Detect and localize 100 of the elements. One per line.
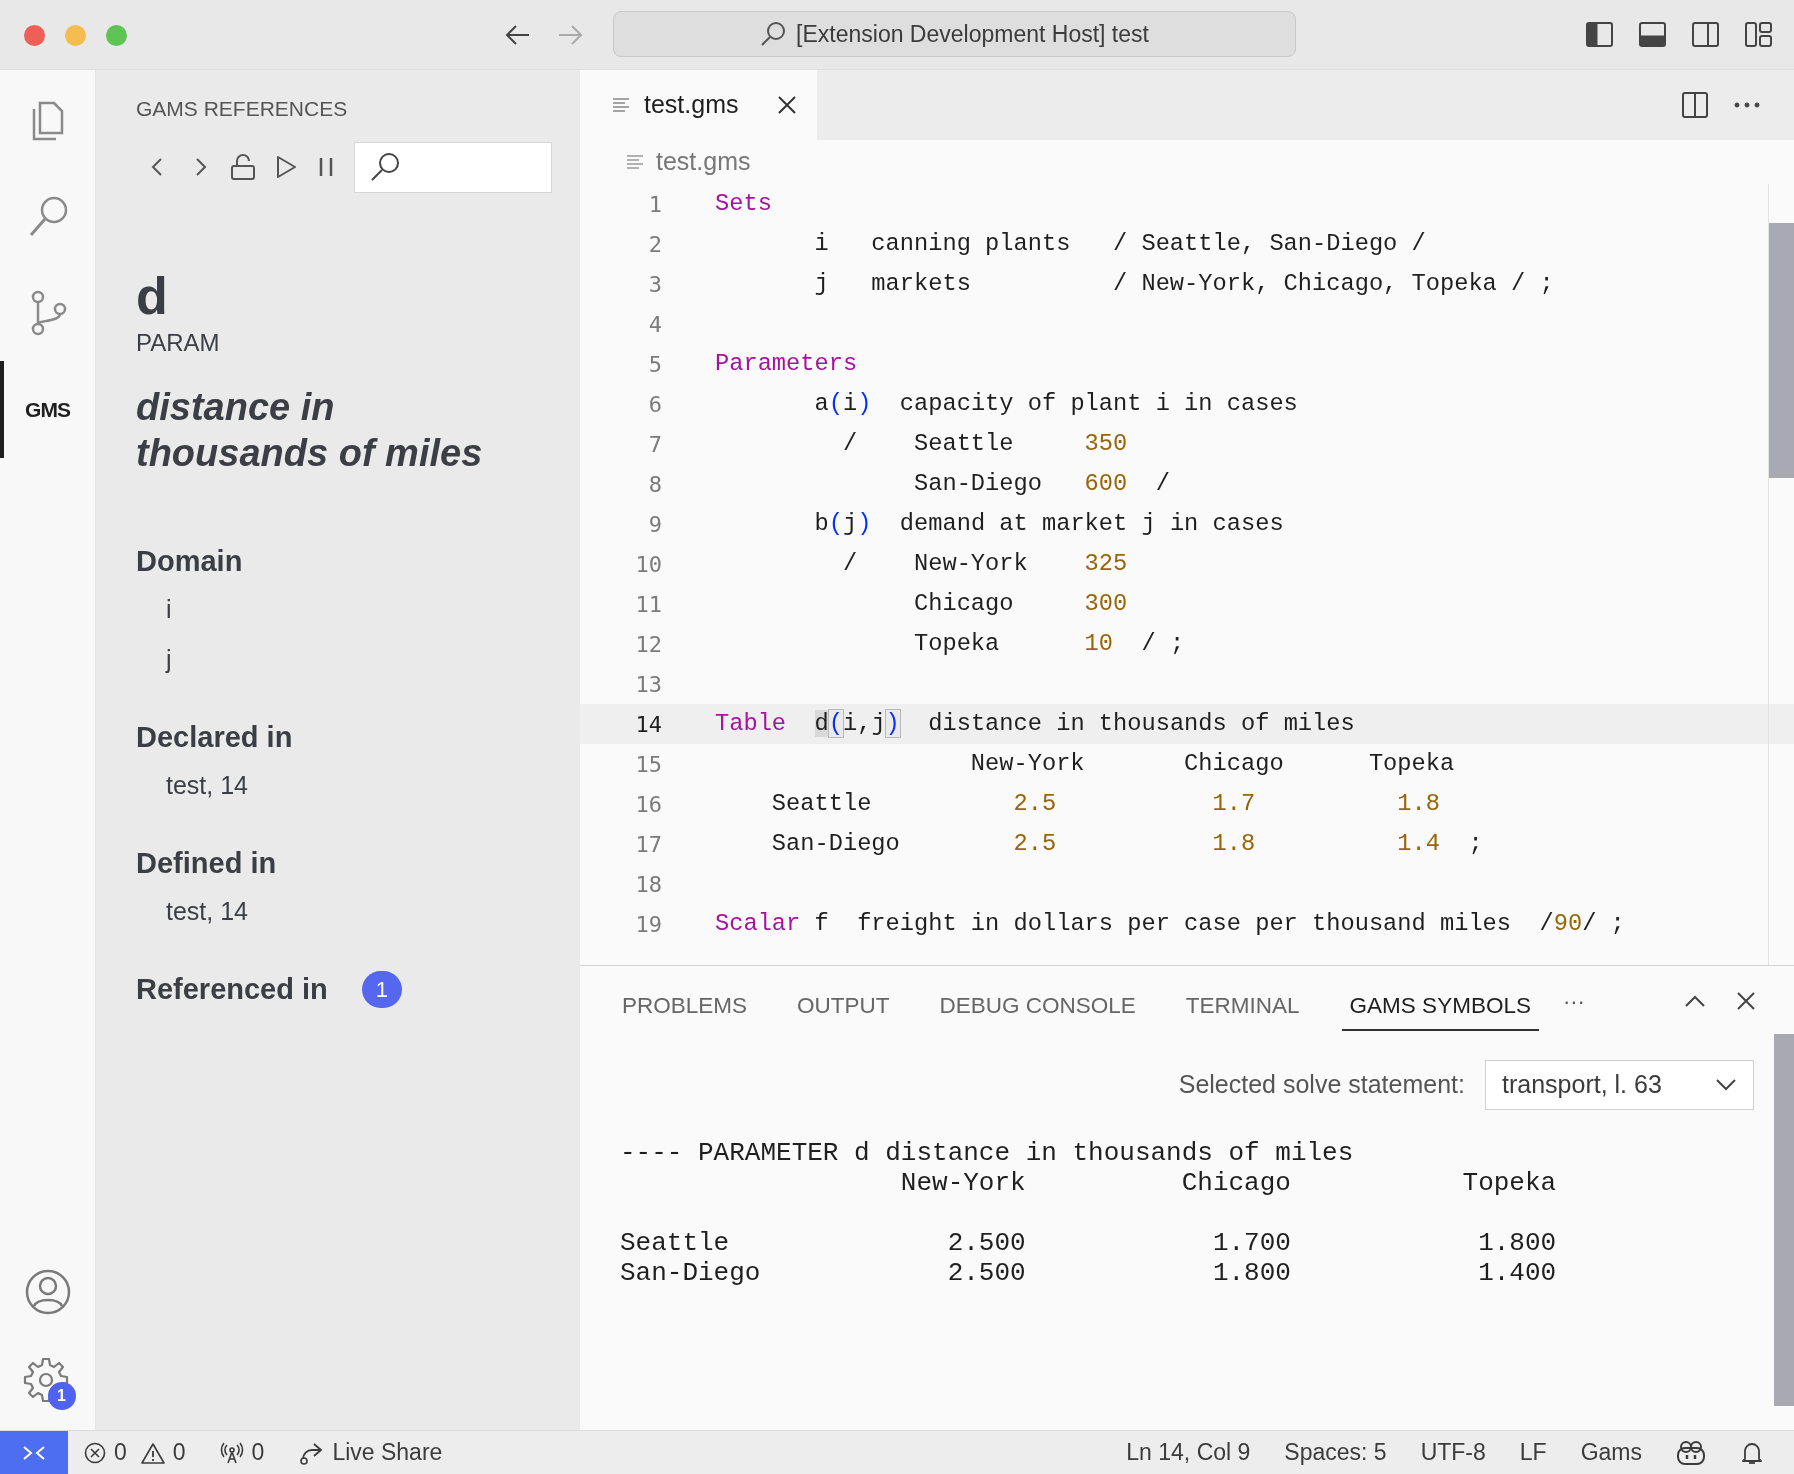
output-row: Seattle 2.500 1.700 1.800: [620, 1228, 1557, 1258]
line-number: 13: [634, 670, 662, 699]
search-icon: [760, 21, 787, 47]
broadcast-icon: [219, 1441, 244, 1464]
search-field[interactable]: [354, 141, 552, 193]
line-number: 17: [634, 830, 662, 859]
status-item[interactable]: Ln 14, Col 9: [1126, 1435, 1251, 1470]
panel-tab[interactable]: TERMINAL: [1177, 983, 1308, 1031]
secondary-sidebar-icon[interactable]: [1692, 22, 1719, 47]
more-icon[interactable]: [1734, 102, 1760, 108]
solve-dropdown[interactable]: transport, l. 63: [1485, 1060, 1754, 1110]
line-number: 4: [647, 310, 662, 339]
line-number: 7: [647, 430, 662, 459]
status-item[interactable]: UTF-8: [1420, 1435, 1486, 1470]
reference-entry[interactable]: i: [136, 584, 172, 634]
reference-entry[interactable]: test, 14: [136, 760, 248, 810]
close-icon[interactable]: [1736, 991, 1756, 1011]
code-line: Topeka 10 / ;: [913, 629, 1185, 660]
section-heading: Domain: [136, 544, 243, 579]
line-number: 5: [647, 350, 662, 379]
more-button[interactable]: ···: [1562, 984, 1585, 1018]
unlock-icon[interactable]: [230, 153, 256, 181]
line-number: 19: [634, 910, 662, 939]
file-lines-icon: [612, 97, 630, 113]
line-number: 16: [634, 790, 662, 819]
section-heading: Defined in: [136, 846, 277, 881]
ports-status[interactable]: 0: [219, 1435, 265, 1470]
line-number: 15: [634, 750, 662, 779]
code-line: Scalar f freight in dollars per case per thousand miles /90/ ;: [715, 909, 1625, 940]
reference-entry[interactable]: test, 14: [136, 886, 248, 936]
code-line: San-Diego 600 /: [913, 469, 1170, 500]
search-icon: [369, 151, 401, 183]
line-number: 9: [647, 510, 662, 539]
breadcrumb[interactable]: test.gms: [580, 140, 751, 184]
count-badge: 1: [361, 970, 402, 1008]
line-number: 11: [634, 590, 662, 619]
customize-layout-icon[interactable]: [1745, 22, 1772, 47]
code-line: / Seattle 350: [841, 429, 1128, 460]
code-line: j markets / New-York, Chicago, Topeka / ;: [813, 269, 1554, 300]
live-share-button[interactable]: Live Share: [298, 1435, 443, 1470]
section-heading: Declared in: [136, 720, 293, 755]
line-number: 18: [634, 870, 662, 899]
code-line: Chicago 300: [913, 589, 1128, 620]
output-header: ---- PARAMETER d distance in thousands of miles: [620, 1138, 1354, 1168]
split-editor-icon[interactable]: [1682, 92, 1708, 118]
problems-status[interactable]: 0 0: [84, 1435, 186, 1470]
panel-tab[interactable]: OUTPUT: [789, 983, 898, 1031]
scrollbar-thumb[interactable]: [1774, 1034, 1794, 1406]
line-number: 14: [634, 710, 662, 739]
share-arrow-icon: [298, 1440, 325, 1465]
code-line: Parameters: [715, 349, 858, 380]
code-line: a(i) capacity of plant i in cases: [813, 389, 1298, 420]
account-icon[interactable]: [23, 1268, 72, 1316]
close-button[interactable]: [24, 25, 45, 46]
status-item[interactable]: LF: [1519, 1435, 1547, 1470]
gams-tab[interactable]: GMS: [25, 393, 70, 426]
line-number: 2: [647, 230, 662, 259]
code-line: Seattle 2.5 1.7 1.8: [770, 789, 1440, 820]
sidebar-title: GAMS REFERENCES: [135, 96, 349, 122]
output-columns: New-York Chicago Topeka: [620, 1168, 1557, 1198]
solve-label: Selected solve statement:: [1178, 1069, 1465, 1101]
line-number: 10: [634, 550, 662, 579]
panel-tab[interactable]: PROBLEMS: [614, 983, 756, 1031]
symbol-type: PARAM: [136, 328, 221, 358]
line-number: 6: [647, 390, 662, 419]
symbol-description: distance in thousands of miles: [136, 385, 484, 476]
scrollbar-thumb[interactable]: [1769, 223, 1794, 478]
sidebar-layout-icon[interactable]: [1586, 22, 1613, 47]
error-icon: [84, 1441, 106, 1464]
panel-tab[interactable]: GAMS SYMBOLS: [1341, 983, 1539, 1031]
copilot-icon[interactable]: [1676, 1439, 1706, 1466]
file-lines-icon: [626, 154, 644, 170]
code-line: San-Diego 2.5 1.8 1.4 ;: [770, 829, 1483, 860]
editor-tab[interactable]: test.gms: [580, 70, 817, 140]
play-icon[interactable]: [274, 154, 298, 180]
code-line: New-York Chicago Topeka: [969, 749, 1455, 780]
panel-tab[interactable]: DEBUG CONSOLE: [931, 983, 1144, 1031]
reference-entry[interactable]: j: [136, 634, 172, 684]
status-item[interactable]: Spaces: 5: [1284, 1435, 1387, 1470]
symbol-name: d: [136, 266, 168, 326]
back-arrow-icon[interactable]: [505, 24, 531, 46]
notification-badge: 1: [47, 1382, 76, 1410]
remote-button[interactable]: [0, 1431, 68, 1474]
output-row: San-Diego 2.500 1.800 1.400: [620, 1258, 1557, 1288]
line-number: 3: [647, 270, 662, 299]
chevron-up-icon[interactable]: [1684, 994, 1706, 1008]
line-number: 8: [647, 470, 662, 499]
code-line: b(j) demand at market j in cases: [813, 509, 1284, 540]
code-line: / New-York 325: [841, 549, 1128, 580]
code-line: Table d(i,j) distance in thousands of miles: [715, 709, 1355, 740]
code-line: Sets: [715, 189, 772, 220]
line-number: 1: [647, 190, 662, 219]
close-icon[interactable]: [777, 95, 797, 115]
code-line: i canning plants / Seattle, San-Diego /: [813, 229, 1426, 260]
chevron-down-icon: [1715, 1078, 1737, 1092]
section-heading: Referenced in: [136, 972, 328, 1007]
panel-layout-icon[interactable]: [1639, 22, 1666, 47]
status-item[interactable]: Gams: [1580, 1435, 1642, 1470]
line-number: 12: [634, 630, 662, 659]
command-center[interactable]: [Extension Development Host] test: [613, 11, 1296, 57]
